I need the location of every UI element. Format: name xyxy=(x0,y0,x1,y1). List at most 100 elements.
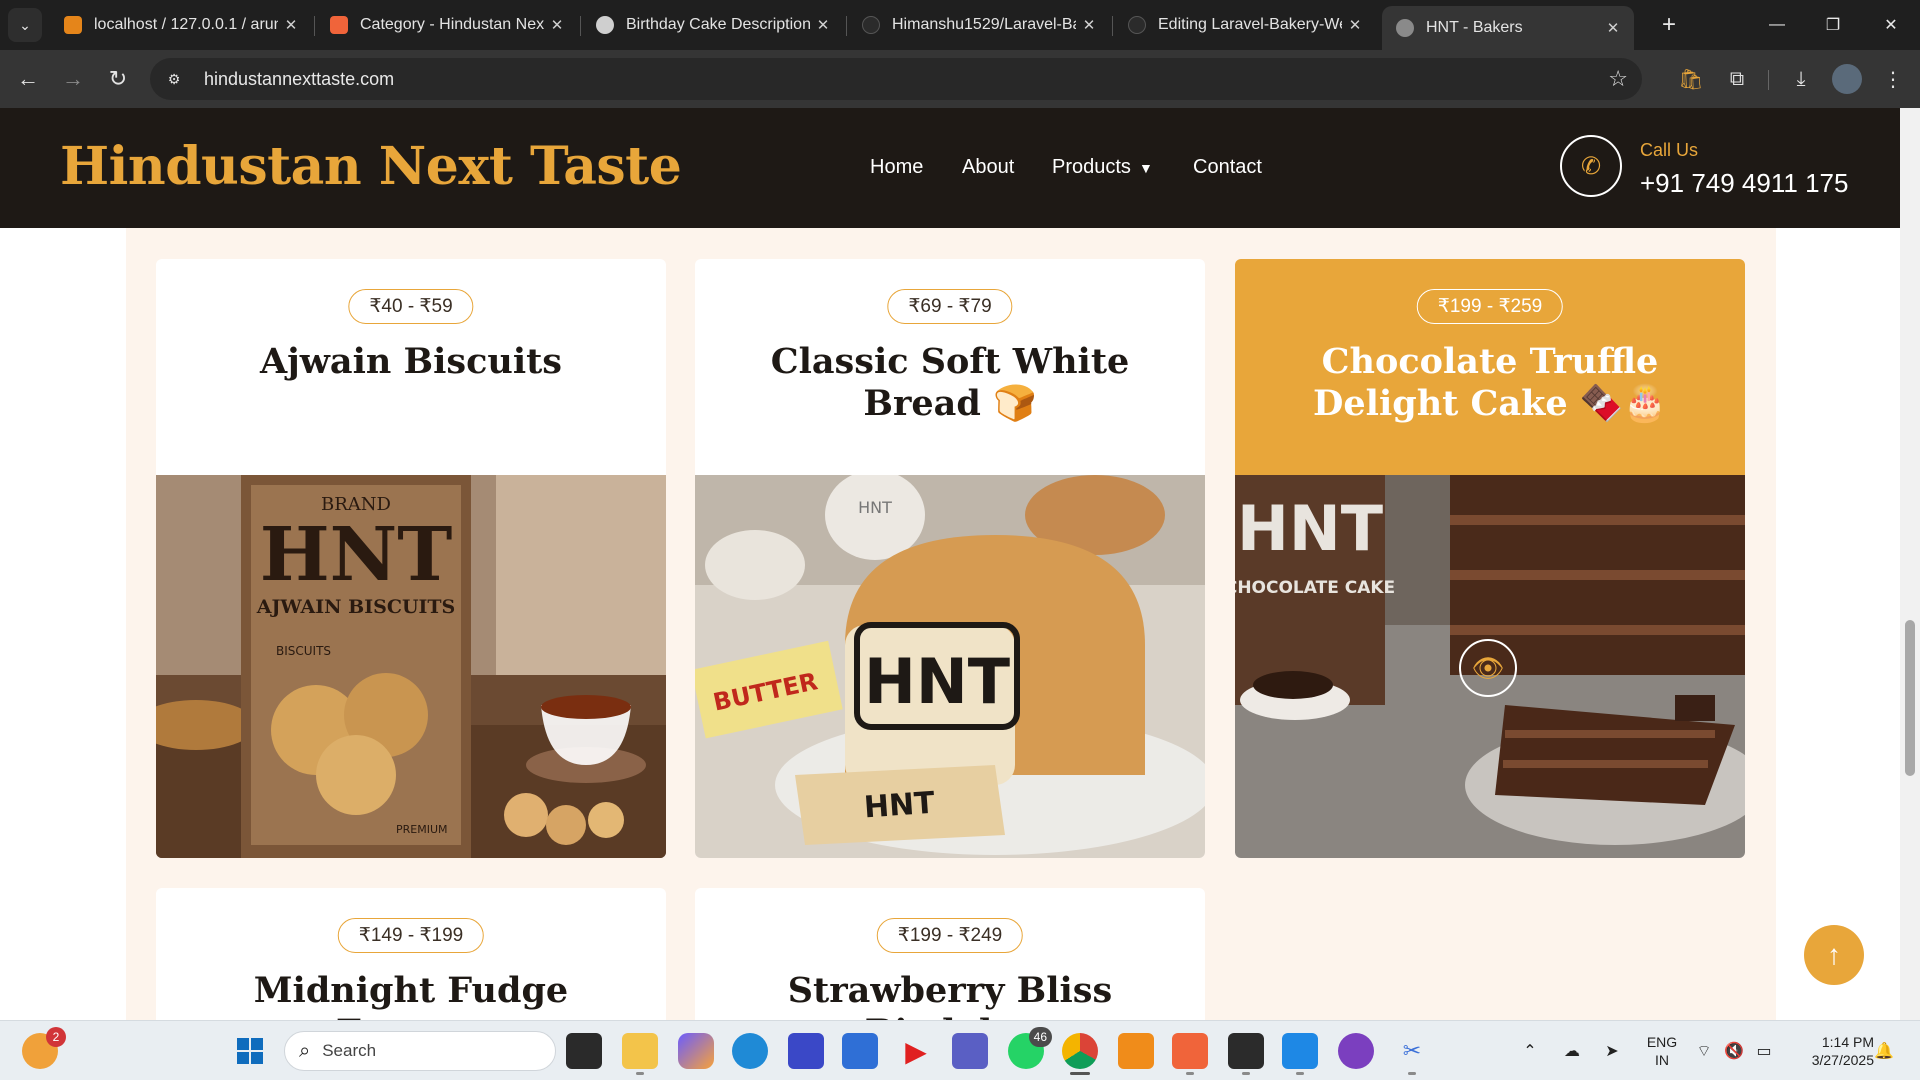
product-title[interactable]: Strawberry Bliss Birthday xyxy=(715,970,1185,1020)
phone-number[interactable]: +91 749 4911 175 xyxy=(1640,168,1848,199)
address-bar[interactable]: ⚙ hindustannexttaste.com ☆ xyxy=(150,58,1642,100)
card-header: ₹69 - ₹79 Classic Soft White Bread 🍞 xyxy=(695,259,1205,475)
running-indicator xyxy=(1408,1072,1416,1075)
minimize-icon[interactable]: — xyxy=(1750,0,1804,50)
close-tab-icon[interactable]: ✕ xyxy=(278,16,304,34)
product-title[interactable]: Ajwain Biscuits xyxy=(176,341,646,383)
clock[interactable]: 1:14 PM 3/27/2025 xyxy=(1784,1033,1874,1069)
tab-github-repo[interactable]: Himanshu1529/Laravel-Bal ✕ xyxy=(848,8,1110,42)
tab-divider xyxy=(580,16,581,36)
wifi-icon[interactable]: ⌔ xyxy=(1692,1041,1716,1061)
tab-search-chevron-icon[interactable]: ⌄ xyxy=(8,8,42,42)
snipping-tool-icon[interactable]: ✂ xyxy=(1394,1033,1430,1075)
volume-muted-icon[interactable]: 🔇 xyxy=(1722,1041,1746,1061)
image-product-text: AJWAIN BISCUITS xyxy=(256,596,456,618)
tab-title: localhost / 127.0.0.1 / arun xyxy=(94,16,278,33)
tab-title: Birthday Cake Descriptions xyxy=(626,16,810,33)
product-title[interactable]: Chocolate Truffle Delight Cake 🍫🎂 xyxy=(1255,341,1725,425)
reload-icon[interactable]: ↻ xyxy=(100,61,136,97)
vscode-icon[interactable] xyxy=(1282,1033,1318,1075)
product-card-midnight-fudge[interactable]: ₹149 - ₹199 Midnight Fudge Fantasy xyxy=(156,888,666,1020)
product-card-ajwain-biscuits[interactable]: ₹40 - ₹59 Ajwain Biscuits BRAND HNT AJWA… xyxy=(156,259,666,858)
nav-products-dropdown[interactable]: Products ▼ xyxy=(1052,156,1153,179)
scroll-to-top-button[interactable]: ↑ xyxy=(1804,925,1864,985)
extensions-puzzle-icon[interactable]: ⧉ xyxy=(1722,64,1752,94)
scrollbar-thumb[interactable] xyxy=(1905,620,1915,776)
close-tab-icon[interactable]: ✕ xyxy=(1342,16,1368,34)
onedrive-cloud-icon[interactable]: ☁ xyxy=(1560,1041,1584,1061)
tab-category[interactable]: Category - Hindustan Next ✕ xyxy=(316,8,578,42)
page-scrollbar[interactable] xyxy=(1900,108,1920,1020)
tab-title: Himanshu1529/Laravel-Bal xyxy=(892,16,1076,33)
weather-widget-icon[interactable]: 2 xyxy=(22,1027,66,1069)
microsoft-store-icon[interactable] xyxy=(842,1033,878,1069)
active-indicator xyxy=(1070,1072,1090,1075)
language-indicator[interactable]: ENG IN xyxy=(1640,1033,1684,1069)
download-icon[interactable]: ⤓ xyxy=(1786,64,1816,94)
windows-start-icon[interactable] xyxy=(232,1033,268,1069)
close-tab-icon[interactable]: ✕ xyxy=(810,16,836,34)
eye-quick-view-icon[interactable]: 👁 xyxy=(1459,639,1517,697)
card-header: ₹149 - ₹199 Midnight Fudge Fantasy xyxy=(156,888,666,1020)
close-tab-icon[interactable]: ✕ xyxy=(1076,16,1102,34)
site-logo-text[interactable]: Hindustan Next Taste xyxy=(60,136,682,197)
nav-about-link[interactable]: About xyxy=(962,156,1014,179)
clock-time: 1:14 PM xyxy=(1821,1034,1874,1050)
taskbar-search-box[interactable]: ⌕ Search xyxy=(284,1031,556,1071)
phone-icon[interactable]: ✆ xyxy=(1560,135,1622,197)
menu-kebab-icon[interactable]: ⋮ xyxy=(1878,64,1908,94)
price-badge: ₹69 - ₹79 xyxy=(887,289,1013,324)
github-desktop-icon[interactable] xyxy=(1338,1033,1374,1069)
show-hidden-icons-chevron-icon[interactable]: ⌃ xyxy=(1518,1041,1542,1061)
nav-about-label: About xyxy=(962,156,1015,178)
chevron-down-icon: ▼ xyxy=(1138,160,1153,176)
visual-studio-icon[interactable] xyxy=(788,1033,824,1069)
site-settings-icon[interactable]: ⚙ xyxy=(156,61,192,97)
toolbar-divider xyxy=(1768,70,1769,90)
youtube-icon[interactable]: ▶ xyxy=(898,1033,934,1069)
product-card-strawberry-bliss[interactable]: ₹199 - ₹249 Strawberry Bliss Birthday xyxy=(695,888,1205,1020)
slice-logo-text: HNT xyxy=(863,786,936,826)
bookmark-star-icon[interactable]: ☆ xyxy=(1608,66,1628,92)
back-arrow-icon[interactable]: ← xyxy=(10,61,46,97)
product-card-white-bread[interactable]: ₹69 - ₹79 Classic Soft White Bread 🍞 HNT… xyxy=(695,259,1205,858)
url-text[interactable]: hindustannexttaste.com xyxy=(204,69,394,90)
teams-icon[interactable] xyxy=(952,1033,988,1069)
tab-localhost[interactable]: localhost / 127.0.0.1 / arun ✕ xyxy=(50,8,312,42)
terminal-icon[interactable] xyxy=(1228,1033,1264,1075)
tab-birthday-cake[interactable]: Birthday Cake Descriptions ✕ xyxy=(582,8,844,42)
card-header: ₹199 - ₹249 Strawberry Bliss Birthday xyxy=(695,888,1205,1020)
product-image-ajwain-biscuits[interactable]: BRAND HNT AJWAIN BISCUITS BISCUITS PREMI… xyxy=(156,475,666,858)
product-card-chocolate-truffle[interactable]: ₹199 - ₹259 Chocolate Truffle Delight Ca… xyxy=(1235,259,1745,858)
profile-avatar-icon[interactable] xyxy=(1832,64,1862,94)
task-view-icon[interactable] xyxy=(566,1033,602,1069)
location-icon[interactable]: ➤ xyxy=(1600,1041,1624,1061)
nav-home-link[interactable]: Home xyxy=(870,156,923,179)
whatsapp-icon[interactable]: 46 xyxy=(1008,1027,1052,1069)
shopping-bag-extension-icon[interactable]: 🛍 xyxy=(1676,64,1706,94)
xampp-icon[interactable] xyxy=(1172,1033,1208,1075)
file-explorer-icon[interactable] xyxy=(622,1033,658,1075)
product-title[interactable]: Midnight Fudge Fantasy xyxy=(176,970,646,1020)
running-indicator xyxy=(636,1072,644,1075)
nav-contact-link[interactable]: Contact xyxy=(1193,156,1262,179)
restore-icon[interactable]: ❐ xyxy=(1806,0,1860,50)
tab-editing-repo[interactable]: Editing Laravel-Bakery-Wel ✕ xyxy=(1114,8,1376,42)
bread-logo-text: HNT xyxy=(864,645,1010,718)
close-tab-icon[interactable]: ✕ xyxy=(544,16,570,34)
chrome-icon[interactable] xyxy=(1062,1033,1098,1075)
forward-arrow-icon[interactable]: → xyxy=(55,61,91,97)
new-tab-plus-icon[interactable]: + xyxy=(1652,8,1686,42)
copilot-icon[interactable] xyxy=(678,1033,714,1069)
edge-browser-icon[interactable] xyxy=(732,1033,768,1069)
product-title[interactable]: Classic Soft White Bread 🍞 xyxy=(715,341,1185,425)
close-window-icon[interactable]: ✕ xyxy=(1864,0,1918,50)
close-tab-icon[interactable]: ✕ xyxy=(1600,19,1626,37)
battery-icon[interactable]: ▭ xyxy=(1752,1041,1776,1061)
tab-hnt-bakers[interactable]: HNT - Bakers ✕ xyxy=(1382,6,1634,50)
product-image-white-bread[interactable]: HNT HNT HNT BUTTER xyxy=(695,475,1205,858)
sublime-text-icon[interactable] xyxy=(1118,1033,1154,1069)
notification-bell-icon[interactable]: 🔔 xyxy=(1872,1041,1896,1061)
product-image-chocolate-truffle[interactable]: HNT CHOCOLATE CAKE 👁 xyxy=(1235,475,1745,858)
notification-badge: 2 xyxy=(46,1027,66,1047)
